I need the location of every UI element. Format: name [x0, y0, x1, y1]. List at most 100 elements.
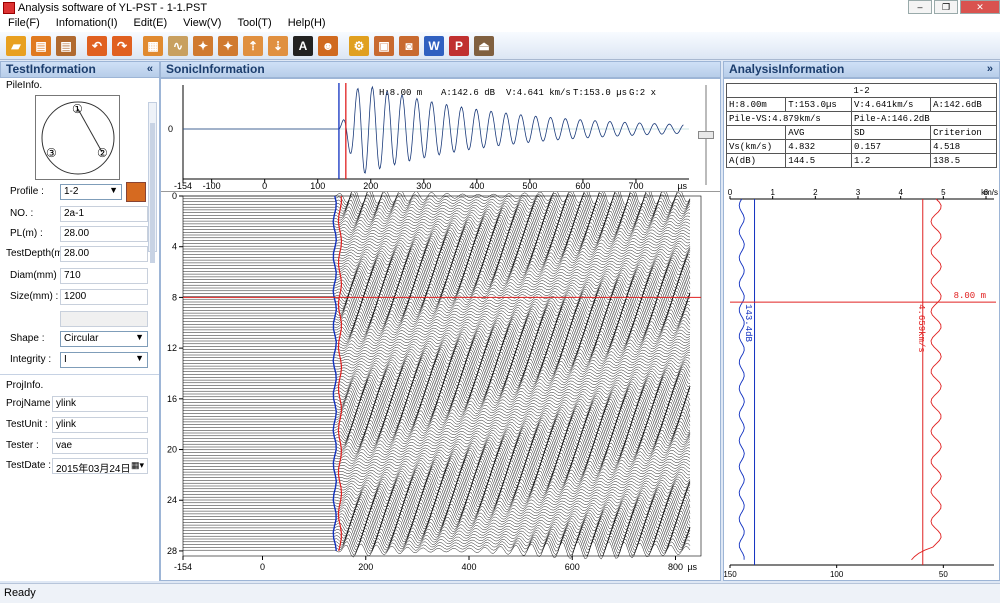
wave-t-readout: T:153.0 µs: [573, 88, 627, 98]
a-cell: A:142.6dB: [930, 97, 997, 112]
collapse-right-button[interactable]: »: [987, 62, 993, 77]
y-tick-label: 8: [172, 292, 177, 302]
layers-icon[interactable]: ▦: [143, 35, 163, 56]
blank-row: [6, 311, 148, 327]
menu-item[interactable]: Infomation(I): [48, 16, 126, 32]
profile-select[interactable]: 1-2 ▼: [60, 184, 122, 200]
x-tick-label: -154: [174, 562, 192, 572]
wave-g-readout: G:2 x: [629, 88, 656, 98]
print-icon[interactable]: ▣: [374, 35, 394, 56]
pane-title: TestInformation: [6, 62, 96, 76]
v-cell: V:4.641km/s: [851, 97, 932, 112]
camera-icon[interactable]: ◙: [399, 35, 419, 56]
waveform-scan-chart[interactable]: 0 4 8 12 16 20 24 28 -154 0 200 400 600 800 µs: [161, 192, 720, 581]
vs-tick-label: 5: [941, 189, 946, 197]
redo-icon[interactable]: ↷: [112, 35, 132, 56]
x-tick-label: 0: [262, 181, 267, 191]
no-field[interactable]: 2a-1: [60, 206, 148, 222]
x-tick-label: 600: [575, 181, 590, 191]
vs-unit-label: km/s: [981, 189, 998, 197]
pile-info-label: PileInfo.: [6, 80, 43, 91]
x-unit-label: µs: [687, 562, 697, 572]
pl-row: PL(m) : 28.00: [6, 226, 148, 242]
single-waveform-chart[interactable]: 0 -154 -100 0 100 200 300 400 500 600 700 µs H:8.00 …: [161, 79, 720, 191]
waveform-icon[interactable]: ∿: [168, 35, 188, 56]
menu-item[interactable]: View(V): [175, 16, 229, 32]
close-button[interactable]: ✕: [960, 0, 1000, 14]
chart-up-icon[interactable]: ⇡: [243, 35, 263, 56]
integrity-select[interactable]: I ▼: [60, 352, 148, 368]
test-depth-field[interactable]: 28.00: [60, 246, 148, 262]
shape-select[interactable]: Circular ▼: [60, 331, 148, 347]
size-field[interactable]: 1200: [60, 289, 148, 305]
proj-name-field[interactable]: ylink: [52, 396, 148, 412]
sonic-information-header: SonicInformation: [160, 61, 721, 78]
tube-2-label: ②: [97, 146, 108, 160]
menu-bar: File(F) Infomation(I) Edit(E) View(V) Tool(T…: [0, 16, 1000, 32]
velocity-readout: 4.659km/s: [916, 304, 926, 353]
stats-col-header: AVG: [785, 125, 853, 140]
tools-icon[interactable]: ✦: [218, 35, 238, 56]
collapse-left-button[interactable]: «: [147, 62, 153, 77]
minimize-button[interactable]: –: [908, 0, 932, 14]
gain-slider[interactable]: [697, 85, 715, 185]
pdf-export-icon[interactable]: P: [449, 35, 469, 56]
menu-item[interactable]: File(F): [0, 16, 48, 32]
vs-tick-label: 1: [770, 189, 775, 197]
profile-person-icon[interactable]: [126, 182, 146, 202]
menu-item[interactable]: Tool(T): [229, 16, 279, 32]
blank-field[interactable]: [60, 311, 148, 327]
depth-profile-chart[interactable]: 0 1 2 3 4 5 6km/s150 100 508.00 m143.4dB 4.659km/…: [724, 189, 999, 581]
x-tick-label: 600: [565, 562, 580, 572]
y-tick-label: 4: [172, 242, 177, 252]
menu-item[interactable]: Edit(E): [126, 16, 176, 32]
proj-name-row: ProjName : ylink: [6, 396, 148, 412]
tester-field[interactable]: vae: [52, 438, 148, 454]
test-date-picker[interactable]: 2015年03月24日 ▦▾: [52, 458, 148, 475]
stats-col-header: Criterion: [930, 125, 997, 140]
stats-cell: 1.2: [851, 153, 932, 168]
test-unit-row: TestUnit : ylink: [6, 417, 148, 433]
auto-icon[interactable]: A: [293, 35, 313, 56]
pl-field[interactable]: 28.00: [60, 226, 148, 242]
toolbar: ▰ ▤ ▤ ↶ ↷ ▦ ∿ ✦ ✦ ⇡ ⇣ A ☻ ⚙ ▣ ◙ W P ⏏: [0, 32, 1000, 60]
diam-field[interactable]: 710: [60, 268, 148, 284]
x-tick-label: 0: [260, 562, 265, 572]
save-as-icon[interactable]: ▤: [56, 35, 76, 56]
title-bar: Analysis software of YL-PST - 1-1.PST – …: [0, 0, 1000, 16]
test-unit-field[interactable]: ylink: [52, 417, 148, 433]
word-export-icon[interactable]: W: [424, 35, 444, 56]
person-icon[interactable]: ☻: [318, 35, 338, 56]
analysis-information-panel: 1-2 H:8.00m T:153.0µs V:4.641km/s A:142.…: [723, 78, 1000, 581]
menu-item[interactable]: Help(H): [280, 16, 334, 32]
amplitude-readout: 143.4dB: [743, 304, 753, 342]
wrench-icon[interactable]: ✦: [193, 35, 213, 56]
test-depth-row: TestDepth(m) 28.00: [6, 246, 148, 262]
proj-info-label: ProjInfo.: [6, 380, 44, 391]
stats-cell: Vs(km/s): [725, 139, 787, 154]
analysis-information-header: AnalysisInformation »: [723, 61, 1000, 78]
status-text: Ready: [4, 587, 36, 599]
save-icon[interactable]: ▤: [31, 35, 51, 56]
a-tick-label: 100: [830, 570, 844, 579]
a-tick-label: 150: [724, 570, 737, 579]
wave-v-readout: V:4.641 km/s: [506, 88, 571, 98]
app-icon: [3, 2, 15, 14]
amplitude-profile-curve: [738, 198, 745, 560]
h-cell: H:8.00m: [725, 97, 787, 112]
x-tick-label: 200: [363, 181, 378, 191]
stats-cell: 0.157: [851, 139, 932, 154]
t-cell: T:153.0µs: [785, 97, 853, 112]
left-scrollbar[interactable]: [148, 102, 157, 263]
shape-row: Shape : Circular ▼: [6, 331, 148, 347]
wave-h-readout: H:8.00 m: [379, 88, 422, 98]
wave-a-readout: A:142.6 dB: [441, 88, 496, 98]
exit-icon[interactable]: ⏏: [474, 35, 494, 56]
folder-open-icon[interactable]: ▰: [6, 35, 26, 56]
tube-1-label: ①: [72, 102, 83, 116]
chart-down-icon[interactable]: ⇣: [268, 35, 288, 56]
undo-icon[interactable]: ↶: [87, 35, 107, 56]
maximize-button[interactable]: ❐: [934, 0, 958, 14]
settings-icon[interactable]: ⚙: [349, 35, 369, 56]
tester-row: Tester : vae: [6, 438, 148, 454]
